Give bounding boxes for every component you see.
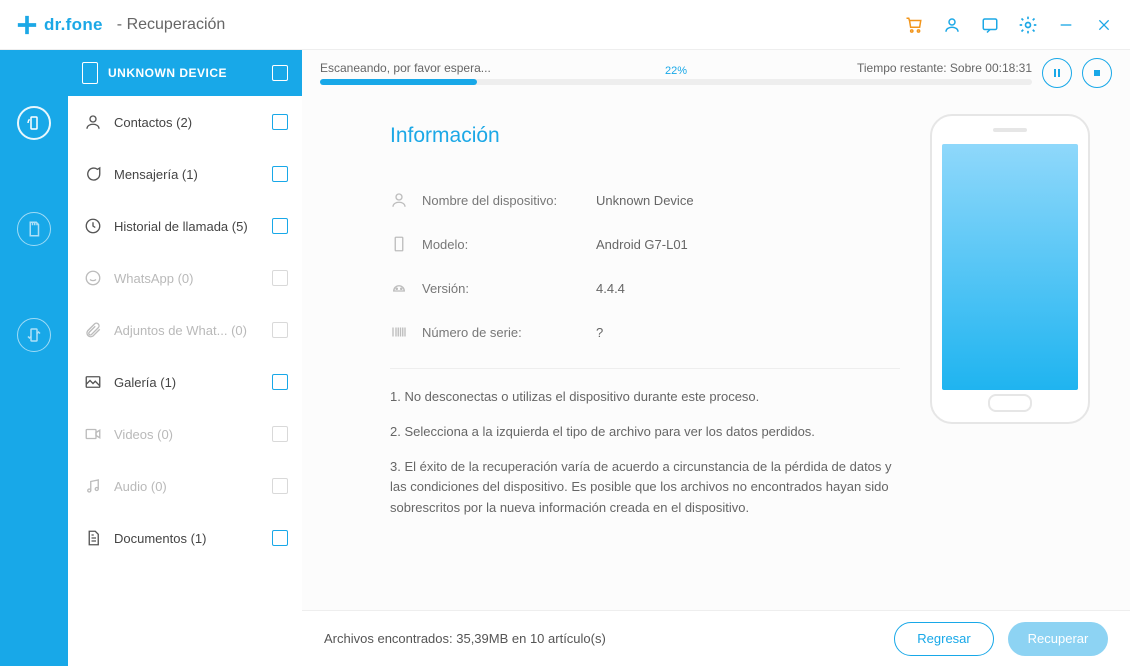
- cat-label: Contactos (2): [114, 115, 192, 130]
- videos-icon: [84, 425, 102, 443]
- info-row-model: Modelo: Android G7-L01: [390, 222, 900, 266]
- info-value: Unknown Device: [596, 193, 694, 208]
- device-header[interactable]: UNKNOWN DEVICE: [68, 50, 302, 96]
- info-label: Versión:: [422, 281, 582, 296]
- cat-whatsapp[interactable]: WhatsApp (0): [68, 252, 302, 304]
- messages-icon: [84, 165, 102, 183]
- titlebar: dr.fone - Recuperación: [0, 0, 1130, 50]
- feedback-icon[interactable]: [980, 15, 1000, 35]
- info-title: Información: [390, 124, 900, 148]
- cat-label: Mensajería (1): [114, 167, 198, 182]
- info-row-version: Versión: 4.4.4: [390, 266, 900, 310]
- divider: [390, 368, 900, 369]
- main-panel: Escaneando, por favor espera... Tiempo r…: [302, 50, 1130, 666]
- cat-label: Videos (0): [114, 427, 173, 442]
- settings-icon[interactable]: [1018, 15, 1038, 35]
- titlebar-actions: [904, 15, 1114, 35]
- cat-checkbox[interactable]: [272, 218, 288, 234]
- scan-status: Escaneando, por favor espera...: [320, 61, 491, 75]
- device-label: UNKNOWN DEVICE: [108, 66, 227, 80]
- files-found: Archivos encontrados: 35,39MB en 10 artí…: [324, 631, 606, 646]
- calls-icon: [84, 217, 102, 235]
- cat-docs[interactable]: Documentos (1): [68, 512, 302, 564]
- note-3: 3. El éxito de la recuperación varía de …: [390, 457, 900, 519]
- cat-label: Galería (1): [114, 375, 176, 390]
- recover-button[interactable]: Recuperar: [1008, 622, 1108, 656]
- audio-icon: [84, 477, 102, 495]
- cat-checkbox[interactable]: [272, 530, 288, 546]
- stop-button[interactable]: [1082, 58, 1112, 88]
- info-label: Modelo:: [422, 237, 582, 252]
- cat-label: Audio (0): [114, 479, 167, 494]
- cat-wa-attach[interactable]: Adjuntos de What... (0): [68, 304, 302, 356]
- cat-label: Adjuntos de What... (0): [114, 323, 247, 338]
- module-name: - Recuperación: [117, 16, 226, 34]
- cat-label: Documentos (1): [114, 531, 206, 546]
- mode-rail: [0, 50, 68, 666]
- docs-icon: [84, 529, 102, 547]
- note-1: 1. No desconectas o utilizas el disposit…: [390, 387, 900, 408]
- scan-progress-fill: [320, 79, 477, 85]
- info-label: Número de serie:: [422, 325, 582, 340]
- info-value: Android G7-L01: [596, 237, 688, 252]
- info-row-name: Nombre del dispositivo: Unknown Device: [390, 178, 900, 222]
- scan-percent: 22%: [665, 65, 687, 77]
- cat-checkbox[interactable]: [272, 322, 288, 338]
- cat-label: WhatsApp (0): [114, 271, 193, 286]
- scan-time: Tiempo restante: Sobre 00:18:31: [857, 61, 1032, 75]
- app-name: dr.fone: [44, 15, 103, 35]
- minimize-icon[interactable]: [1056, 15, 1076, 35]
- account-icon[interactable]: [942, 15, 962, 35]
- scan-bar: Escaneando, por favor espera... Tiempo r…: [302, 50, 1130, 94]
- rail-recover-icon[interactable]: [17, 106, 51, 140]
- cat-contacts[interactable]: Contactos (2): [68, 96, 302, 148]
- contacts-icon: [84, 113, 102, 131]
- device-checkbox[interactable]: [272, 65, 288, 81]
- info-section: Información Nombre del dispositivo: Unkn…: [390, 124, 900, 600]
- cat-calls[interactable]: Historial de llamada (5): [68, 200, 302, 252]
- cat-checkbox[interactable]: [272, 478, 288, 494]
- cat-checkbox[interactable]: [272, 114, 288, 130]
- cart-icon[interactable]: [904, 15, 924, 35]
- rail-sd-icon[interactable]: [17, 212, 51, 246]
- pause-button[interactable]: [1042, 58, 1072, 88]
- android-icon: [390, 279, 408, 297]
- close-icon[interactable]: [1094, 15, 1114, 35]
- footer-bar: Archivos encontrados: 35,39MB en 10 artí…: [302, 610, 1130, 666]
- rail-transfer-icon[interactable]: [17, 318, 51, 352]
- cat-checkbox[interactable]: [272, 166, 288, 182]
- cat-checkbox[interactable]: [272, 374, 288, 390]
- info-label: Nombre del dispositivo:: [422, 193, 582, 208]
- cat-videos[interactable]: Videos (0): [68, 408, 302, 460]
- cat-messages[interactable]: Mensajería (1): [68, 148, 302, 200]
- whatsapp-icon: [84, 269, 102, 287]
- phone-illustration: [930, 114, 1100, 434]
- scan-progress: 22%: [320, 79, 1032, 85]
- info-value: 4.4.4: [596, 281, 625, 296]
- device-icon: [82, 62, 98, 84]
- category-sidebar: UNKNOWN DEVICE Contactos (2) Mensajería …: [68, 50, 302, 666]
- cat-label: Historial de llamada (5): [114, 219, 248, 234]
- info-row-serial: Número de serie: ?: [390, 310, 900, 354]
- phone-icon: [390, 235, 408, 253]
- app-logo: dr.fone - Recuperación: [16, 14, 225, 36]
- logo-icon: [16, 14, 38, 36]
- attachment-icon: [84, 321, 102, 339]
- info-value: ?: [596, 325, 603, 340]
- person-icon: [390, 191, 408, 209]
- back-button[interactable]: Regresar: [894, 622, 994, 656]
- cat-checkbox[interactable]: [272, 270, 288, 286]
- cat-audio[interactable]: Audio (0): [68, 460, 302, 512]
- gallery-icon: [84, 373, 102, 391]
- barcode-icon: [390, 323, 408, 341]
- note-2: 2. Selecciona a la izquierda el tipo de …: [390, 422, 900, 443]
- cat-checkbox[interactable]: [272, 426, 288, 442]
- cat-gallery[interactable]: Galería (1): [68, 356, 302, 408]
